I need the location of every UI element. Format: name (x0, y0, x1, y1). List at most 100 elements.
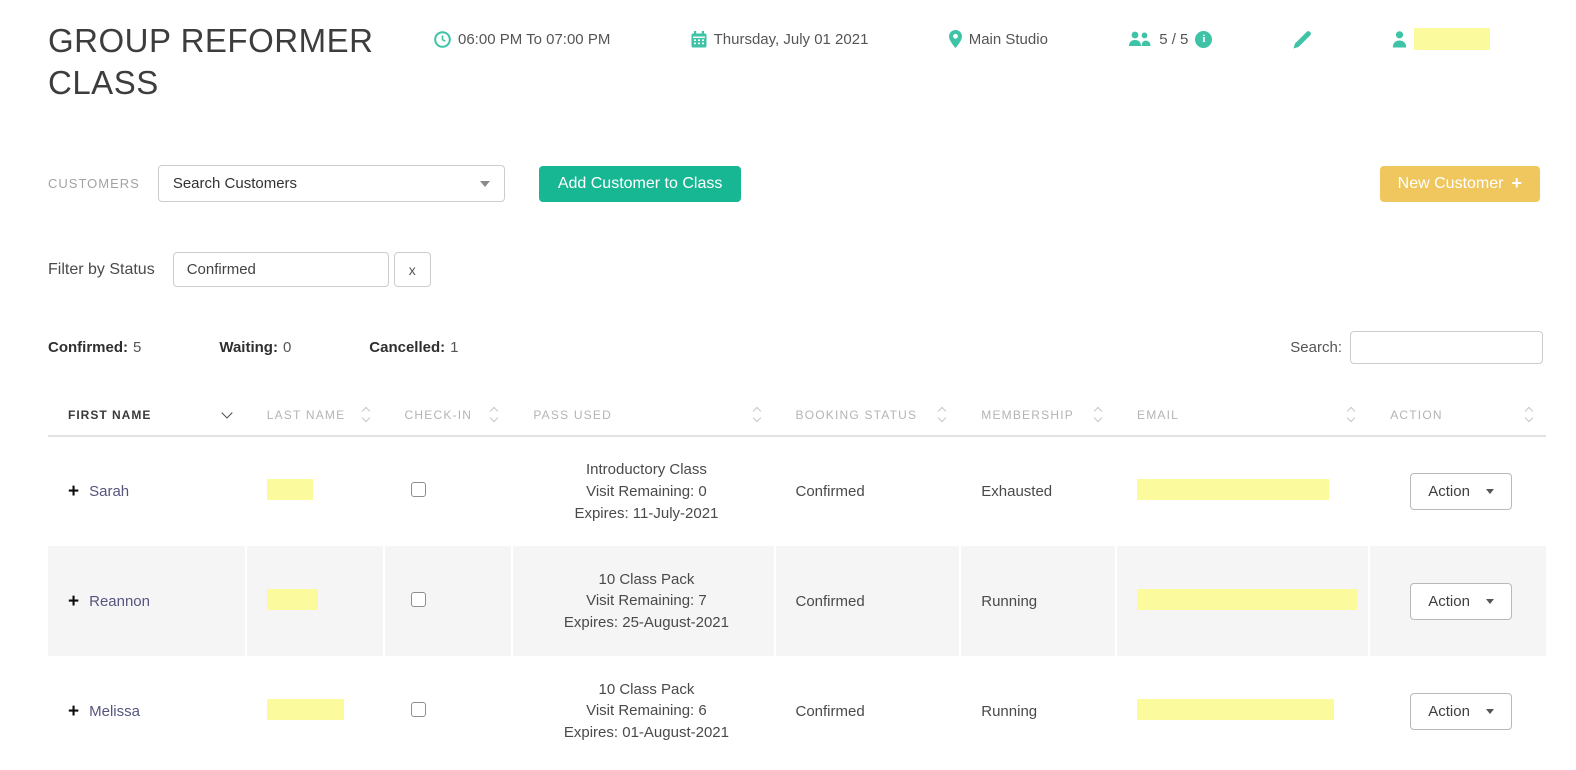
column-header-first-name[interactable]: FIRST NAME (48, 394, 246, 436)
expand-row-icon[interactable]: + (68, 482, 79, 501)
cell-action: Action (1369, 546, 1546, 656)
cell-last-name (246, 656, 384, 766)
class-info-bar: 06:00 PM To 07:00 PM Thursday, July 01 2… (398, 20, 1546, 50)
expand-row-icon[interactable]: + (68, 592, 79, 611)
waiting-stat-count: 0 (283, 339, 291, 356)
column-header-label: PASS USED (533, 408, 612, 422)
chevron-down-icon (1486, 599, 1494, 604)
cancelled-stat-label: Cancelled: (369, 339, 445, 356)
column-header-membership[interactable]: MEMBERSHIP (960, 394, 1116, 436)
class-capacity-text: 5 / 5 (1159, 31, 1188, 48)
sort-icon (491, 408, 497, 421)
pass-expires: Expires: 11-July-2021 (533, 503, 759, 525)
customer-name-link[interactable]: Melissa (89, 703, 140, 720)
row-action-button[interactable]: Action (1410, 583, 1512, 620)
class-location: Main Studio (949, 30, 1048, 48)
pass-visits: Visit Remaining: 7 (533, 590, 759, 612)
customers-table: FIRST NAME LAST NAME CHECK-IN PASS USED … (48, 394, 1546, 766)
cell-check-in (384, 436, 513, 546)
cell-first-name: + Sarah (48, 436, 246, 546)
column-header-check-in[interactable]: CHECK-IN (384, 394, 513, 436)
row-action-label: Action (1428, 703, 1470, 720)
edit-class[interactable] (1293, 30, 1312, 49)
customer-name-link[interactable]: Reannon (89, 593, 150, 610)
table-row: + Reannon 10 Class Pack Visit Remaining:… (48, 546, 1546, 656)
instructor-person-icon (1392, 31, 1407, 48)
last-name-redacted (267, 589, 318, 610)
column-header-label: MEMBERSHIP (981, 408, 1074, 422)
column-header-booking-status[interactable]: BOOKING STATUS (775, 394, 961, 436)
cell-action: Action (1369, 436, 1546, 546)
row-action-label: Action (1428, 483, 1470, 500)
search-customers-select[interactable]: Search Customers (158, 165, 505, 202)
chevron-down-icon (480, 181, 490, 187)
waiting-stat-label: Waiting: (219, 339, 278, 356)
email-redacted (1137, 589, 1357, 610)
cell-booking-status: Confirmed (775, 546, 961, 656)
customers-bar: CUSTOMERS Search Customers Add Customer … (48, 165, 1546, 202)
plus-icon: + (1511, 173, 1522, 194)
cell-pass-used: 10 Class Pack Visit Remaining: 7 Expires… (512, 546, 774, 656)
chevron-down-icon (1486, 489, 1494, 494)
table-row: + Melissa 10 Class Pack Visit Remaining:… (48, 656, 1546, 766)
expand-row-icon[interactable]: + (68, 702, 79, 721)
pass-name: Introductory Class (533, 459, 759, 481)
column-header-label: FIRST NAME (68, 408, 151, 422)
sort-icon (363, 408, 369, 421)
search-customers-value: Search Customers (173, 175, 297, 192)
cell-last-name (246, 436, 384, 546)
sort-icon (1095, 408, 1101, 421)
table-row: + Sarah Introductory Class Visit Remaini… (48, 436, 1546, 546)
column-header-label: LAST NAME (267, 408, 346, 422)
edit-pencil-icon[interactable] (1293, 30, 1312, 49)
new-customer-button[interactable]: New Customer + (1380, 166, 1540, 202)
customer-name-link[interactable]: Sarah (89, 483, 129, 500)
pass-name: 10 Class Pack (533, 679, 759, 701)
customers-label: CUSTOMERS (48, 176, 140, 191)
cell-first-name: + Reannon (48, 546, 246, 656)
check-in-checkbox[interactable] (411, 592, 426, 607)
column-header-email[interactable]: EMAIL (1116, 394, 1369, 436)
pass-expires: Expires: 25-August-2021 (533, 612, 759, 634)
email-redacted (1137, 479, 1329, 500)
attendees-icon (1128, 31, 1152, 47)
filter-by-status-row: Filter by Status x (48, 252, 1546, 287)
table-search: Search: (1290, 331, 1543, 364)
confirmed-stat: Confirmed:5 (48, 339, 141, 356)
row-action-button[interactable]: Action (1410, 473, 1512, 510)
sort-icon (754, 408, 760, 421)
cancelled-stat: Cancelled:1 (369, 339, 458, 356)
check-in-checkbox[interactable] (411, 482, 426, 497)
column-header-label: CHECK-IN (405, 408, 473, 422)
location-pin-icon (949, 30, 962, 48)
column-header-pass-used[interactable]: PASS USED (512, 394, 774, 436)
clock-icon (434, 31, 451, 48)
waiting-stat: Waiting: 0 (219, 339, 291, 356)
cell-email (1116, 546, 1369, 656)
add-customer-button[interactable]: Add Customer to Class (539, 166, 742, 202)
check-in-checkbox[interactable] (411, 702, 426, 717)
new-customer-label: New Customer (1398, 175, 1504, 193)
cell-pass-used: Introductory Class Visit Remaining: 0 Ex… (512, 436, 774, 546)
confirmed-stat-count: 5 (133, 339, 141, 356)
capacity-info-icon[interactable]: i (1195, 31, 1212, 48)
table-search-input[interactable] (1350, 331, 1543, 364)
class-time: 06:00 PM To 07:00 PM (434, 31, 610, 48)
chevron-down-icon (1486, 709, 1494, 714)
column-header-label: ACTION (1390, 408, 1443, 422)
pass-visits: Visit Remaining: 6 (533, 700, 759, 722)
cell-pass-used: 10 Class Pack Visit Remaining: 6 Expires… (512, 656, 774, 766)
table-search-label: Search: (1290, 339, 1342, 356)
class-header: GROUP REFORMER CLASS 06:00 PM To 07:00 P… (48, 20, 1546, 103)
column-header-label: EMAIL (1137, 408, 1179, 422)
row-action-button[interactable]: Action (1410, 693, 1512, 730)
cell-membership: Exhausted (960, 436, 1116, 546)
booking-summary-row: Confirmed:5 Waiting: 0 Cancelled:1 Search… (48, 331, 1546, 364)
column-header-action[interactable]: ACTION (1369, 394, 1546, 436)
clear-filter-button[interactable]: x (394, 252, 431, 287)
status-filter-input[interactable] (173, 252, 389, 287)
sort-desc-icon (221, 407, 232, 418)
column-header-last-name[interactable]: LAST NAME (246, 394, 384, 436)
cell-booking-status: Confirmed (775, 656, 961, 766)
class-detail-page: GROUP REFORMER CLASS 06:00 PM To 07:00 P… (0, 0, 1576, 766)
